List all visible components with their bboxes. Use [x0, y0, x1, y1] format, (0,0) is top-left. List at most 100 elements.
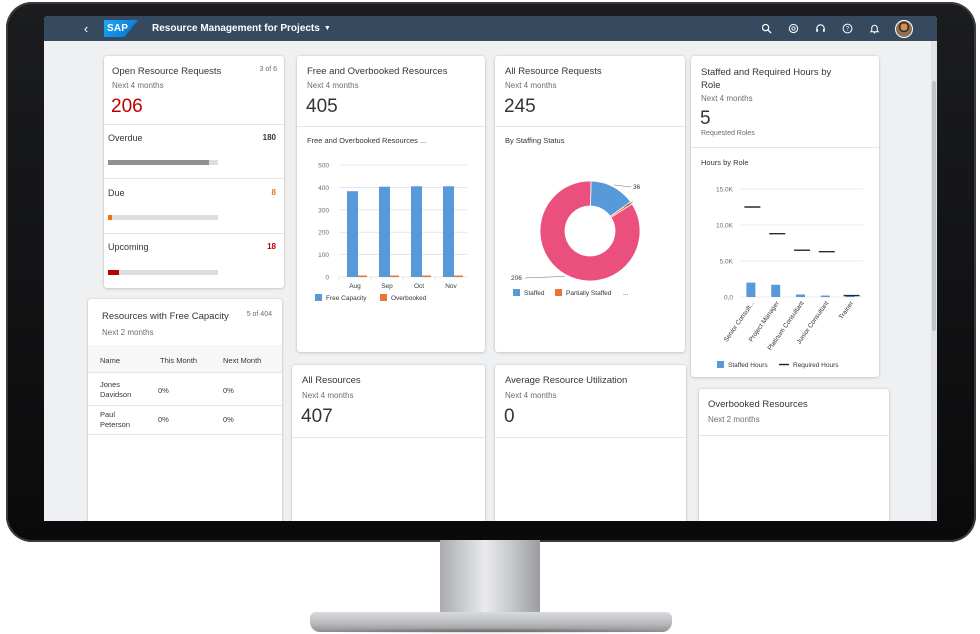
- kpi-value: 206: [111, 96, 143, 117]
- y-tick-label: 15,0K: [716, 187, 734, 194]
- divider: [292, 437, 485, 438]
- cell-next-month: 0%: [223, 415, 234, 424]
- card-title: Average Resource Utilization: [505, 375, 628, 386]
- kpi-value: 0: [504, 406, 515, 427]
- card-subtitle: Next 4 months: [307, 81, 359, 90]
- hours-by-role-bar-chart[interactable]: 0,05,0K10,0K15,0KSenior Consult...Projec…: [691, 171, 879, 375]
- card-count: 5 of 404: [246, 311, 272, 318]
- all-resource-requests-card[interactable]: All Resource Requests Next 4 months 245 …: [495, 56, 685, 352]
- column-header-name[interactable]: Name: [100, 356, 120, 365]
- monitor-stand-neck: [440, 540, 540, 618]
- progress-track: [108, 270, 218, 275]
- column-header-this-month[interactable]: This Month: [160, 356, 197, 365]
- divider: [104, 178, 284, 179]
- kpi-value: 407: [301, 406, 333, 427]
- legend-label: ...: [623, 290, 629, 297]
- svg-text:?: ?: [846, 27, 850, 33]
- free-overbooked-resources-card[interactable]: Free and Overbooked Resources Next 4 mon…: [297, 56, 485, 352]
- bar-staffed-hours: [820, 295, 830, 297]
- card-title: All Resources: [302, 375, 361, 386]
- bar-free-capacity: [379, 186, 390, 277]
- bar-free-capacity: [347, 191, 358, 277]
- y-tick-label: 400: [318, 185, 329, 192]
- row-divider: [88, 405, 282, 406]
- search-icon[interactable]: [760, 22, 773, 35]
- bar-overbooked: [422, 275, 431, 278]
- staffed-required-hours-card[interactable]: Staffed and Required Hours by Role Next …: [691, 56, 879, 377]
- column-header-next-month[interactable]: Next Month: [223, 356, 261, 365]
- overbooked-resources-card[interactable]: Overbooked Resources Next 2 months: [699, 389, 889, 521]
- progress-fill: [108, 215, 113, 220]
- item-value: 8: [271, 188, 276, 197]
- legend-label: Partially Staffed: [566, 290, 612, 297]
- progress-fill: [108, 160, 210, 165]
- card-subtitle: Next 2 months: [102, 328, 154, 337]
- bell-icon[interactable]: [868, 22, 881, 35]
- card-title: Resources with Free Capacity: [102, 311, 229, 322]
- card-subtitle: Next 4 months: [302, 391, 354, 400]
- legend-swatch: [315, 294, 322, 301]
- card-title: Open Resource Requests: [112, 66, 222, 77]
- divider: [495, 126, 685, 127]
- data-label-leader: [524, 276, 565, 279]
- card-subtitle: Next 4 months: [701, 94, 753, 103]
- chevron-left-icon[interactable]: ‹: [76, 21, 96, 36]
- x-tick-label: Nov: [445, 283, 457, 290]
- card-subtitle: Next 4 months: [112, 81, 164, 90]
- sap-logo[interactable]: SAP: [104, 20, 138, 37]
- help-icon[interactable]: ?: [841, 22, 854, 35]
- data-label-leader: [614, 184, 632, 188]
- app-title: Resource Management for Projects: [152, 23, 320, 34]
- scrollbar-thumb[interactable]: [932, 81, 936, 331]
- progress-fill: [108, 270, 119, 275]
- chart-title: Free and Overbooked Resources ...: [307, 136, 427, 145]
- row-divider: [88, 434, 282, 435]
- item-label: Upcoming: [108, 242, 149, 252]
- progress-track: [108, 160, 218, 165]
- chart-title: Hours by Role: [701, 158, 749, 167]
- card-title: Staffed and Required Hours by Role: [701, 67, 832, 91]
- cell-next-month: 0%: [223, 386, 234, 395]
- cell-name: Jones Davidson: [100, 380, 132, 399]
- open-resource-requests-card[interactable]: Open Resource Requests 3 of 6 Next 4 mon…: [104, 56, 284, 288]
- shell-actions: ?: [760, 19, 913, 38]
- item-value: 180: [262, 133, 276, 142]
- copilot-icon[interactable]: [787, 22, 800, 35]
- chart-title: By Staffing Status: [505, 136, 565, 145]
- divider: [104, 124, 284, 125]
- bar-free-capacity: [443, 186, 454, 277]
- card-subtitle: Next 4 months: [505, 391, 557, 400]
- app-title-menu[interactable]: Resource Management for Projects ▼: [152, 23, 331, 34]
- divider: [691, 147, 879, 148]
- bar-overbooked: [358, 275, 367, 278]
- staffing-status-donut-chart[interactable]: 362206StaffedPartially Staffed...: [495, 151, 685, 347]
- page-scrollbar[interactable]: [931, 41, 937, 521]
- kpi-label: Requested Roles: [701, 130, 755, 137]
- item-label: Due: [108, 188, 125, 198]
- all-resources-card[interactable]: All Resources Next 4 months 407: [292, 365, 485, 521]
- legend-swatch: [717, 361, 724, 368]
- legend-label: Free Capacity: [326, 295, 367, 302]
- x-tick-label: Oct: [414, 283, 424, 290]
- x-tick-label: Trainer: [838, 299, 856, 320]
- legend-label: Required Hours: [793, 362, 839, 369]
- card-title: Free and Overbooked Resources: [307, 66, 448, 77]
- cell-this-month: 0%: [158, 415, 169, 424]
- resources-free-capacity-card[interactable]: Resources with Free Capacity 5 of 404 Ne…: [88, 299, 282, 521]
- y-tick-label: 200: [318, 230, 329, 237]
- kpi-value: 245: [504, 96, 536, 117]
- shell-bar: ‹ SAP Resource Management for Projects ▼…: [44, 16, 937, 41]
- card-subtitle: Next 2 months: [708, 415, 760, 424]
- y-tick-label: 500: [318, 163, 329, 170]
- average-utilization-card[interactable]: Average Resource Utilization Next 4 mont…: [495, 365, 686, 521]
- free-overbooked-bar-chart[interactable]: 0 100 200 300 400 500 Aug Sep Oct Nov Free Capacit…: [297, 151, 485, 347]
- legend-label: Staffed: [524, 290, 545, 297]
- headset-icon[interactable]: [814, 22, 827, 35]
- kpi-value: 405: [306, 96, 338, 117]
- x-tick-label: Sep: [381, 283, 393, 290]
- y-tick-label: 300: [318, 207, 329, 214]
- data-label: 206: [511, 275, 522, 282]
- user-avatar[interactable]: [895, 19, 913, 38]
- legend-swatch: [513, 289, 520, 296]
- legend-swatch: [555, 289, 562, 296]
